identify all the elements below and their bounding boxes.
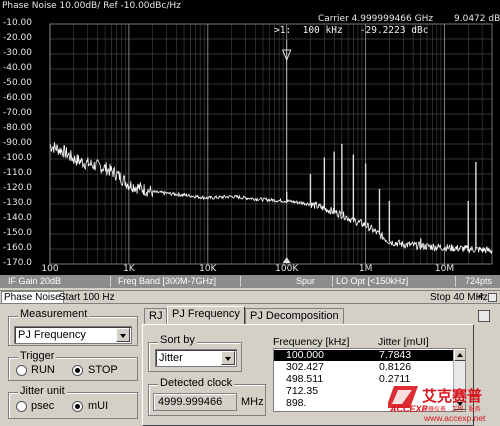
trigger-run-radio[interactable] xyxy=(16,365,27,376)
phase-noise-plot[interactable] xyxy=(0,0,500,286)
row-jitter: 0.8126 xyxy=(379,361,412,373)
status-bar: IF Gain 20dB Freq Band [300M-7GHz] Spur … xyxy=(0,275,500,288)
detected-clock-label: Detected clock xyxy=(158,377,235,389)
x-tick-label: 10K xyxy=(199,264,217,274)
window-control-button[interactable] xyxy=(488,293,497,302)
trigger-stop-radio[interactable] xyxy=(72,365,83,376)
y-tick-label: -40.00 xyxy=(3,63,33,73)
sort-by-label: Sort by xyxy=(158,334,197,346)
watermark-url: www.accexp.net xyxy=(424,413,486,423)
trigger-stop-label: STOP xyxy=(88,364,118,376)
stop-suffix: # xyxy=(478,292,484,303)
unit-psec-label: psec xyxy=(31,400,55,412)
unit-mui-label: mUI xyxy=(88,400,109,412)
spur-status: Spur xyxy=(296,276,316,286)
x-tick-label: 1K xyxy=(123,264,135,274)
carrier-level: 9.0472 dBm xyxy=(454,14,500,24)
sort-by-value: Jitter xyxy=(159,352,183,364)
table-row[interactable]: 302.427 0.8126 xyxy=(274,362,454,373)
y-tick-label: -140.0 xyxy=(3,213,33,223)
y-tick-label: -70.00 xyxy=(3,108,33,118)
y-tick-label: -60.00 xyxy=(3,93,33,103)
if-gain-status: IF Gain 20dB xyxy=(8,276,62,286)
x-tick-label: 1M xyxy=(358,264,373,274)
brand-watermark: ACCEXP 艾克赛普 仪器仪表 · 工程 · 服务 www.accexp.ne… xyxy=(386,384,500,426)
marker-readout: >1: 100 kHz -29.2223 dBc xyxy=(274,25,429,36)
phase-noise-graph[interactable]: Phase Noise 10.00dB/ Ref -10.00dBc/Hz Ca… xyxy=(0,0,500,286)
y-tick-label: -100.0 xyxy=(3,153,33,163)
row-frequency: 498.511 xyxy=(286,373,324,385)
points-status: 724pts xyxy=(465,276,493,286)
y-tick-label: -50.00 xyxy=(3,78,33,88)
column-header-jitter: Jitter [mUI] xyxy=(378,336,429,348)
x-tick-label: 10M xyxy=(434,264,455,274)
divider xyxy=(332,276,333,287)
table-row[interactable]: 100.000 7.7843 xyxy=(274,350,454,361)
freq-band-status: Freq Band [300M-7GHz] xyxy=(118,276,217,286)
chevron-down-icon[interactable] xyxy=(116,328,130,342)
row-frequency: 898. xyxy=(286,397,307,409)
detected-clock-value: 4999.999466 xyxy=(153,393,237,411)
measurement-label: Measurement xyxy=(18,308,90,320)
x-tick-label: 100 xyxy=(41,264,59,274)
y-tick-label: -110.0 xyxy=(3,168,33,178)
detected-clock-unit: MHz xyxy=(241,396,264,408)
y-tick-label: -80.00 xyxy=(3,123,33,133)
unit-mui-radio[interactable] xyxy=(72,401,83,412)
y-tick-label: -10.00 xyxy=(3,18,33,28)
trigger-run-label: RUN xyxy=(31,364,55,376)
y-tick-label: -160.0 xyxy=(3,243,33,253)
carrier-frequency: Carrier 4.999999466 GHz xyxy=(318,14,434,24)
marker-position-icon xyxy=(282,257,291,263)
chevron-down-icon[interactable] xyxy=(221,351,235,365)
panel-window-button[interactable] xyxy=(478,310,490,322)
watermark-tagline: 仪器仪表 · 工程 · 服务 xyxy=(422,407,481,413)
watermark-brand: 艾克赛普 xyxy=(422,388,483,405)
sweep-info-bar: Phase Noise Start 100 Hz Stop 40 MHz # xyxy=(0,290,500,304)
divider xyxy=(240,276,241,287)
y-tick-label: -90.00 xyxy=(3,138,33,148)
measurement-value: PJ Frequency xyxy=(18,329,86,341)
tab-rj[interactable]: RJ xyxy=(144,308,168,324)
row-frequency: 100.000 xyxy=(286,349,324,361)
trace-title: Phase Noise 10.00dB/ Ref -10.00dBc/Hz xyxy=(2,1,181,11)
row-frequency: 302.427 xyxy=(286,361,324,373)
trigger-label: Trigger xyxy=(18,350,57,362)
y-tick-label: -120.0 xyxy=(3,183,33,193)
sort-by-select[interactable]: Jitter xyxy=(155,349,237,367)
tab-pj-decomposition[interactable]: PJ Decomposition xyxy=(245,308,344,324)
y-tick-label: -30.00 xyxy=(3,48,33,58)
trace-tab-phase-noise[interactable]: Phase Noise xyxy=(1,291,64,304)
measurement-select[interactable]: PJ Frequency xyxy=(14,326,132,344)
jitter-unit-label: Jitter unit xyxy=(18,385,67,397)
y-tick-label: -150.0 xyxy=(3,228,33,238)
divider xyxy=(110,276,111,287)
column-header-frequency: Frequency [kHz] xyxy=(273,336,350,348)
x-tick-label: 100K xyxy=(275,264,299,274)
unit-psec-radio[interactable] xyxy=(16,401,27,412)
lo-opt-status: LO Opt [<150kHz] xyxy=(336,276,409,286)
scroll-up-icon[interactable] xyxy=(454,349,465,361)
row-jitter: 7.7843 xyxy=(379,349,412,361)
tab-pj-frequency[interactable]: PJ Frequency xyxy=(167,306,245,324)
y-tick-label: -20.00 xyxy=(3,33,33,43)
y-tick-label: -130.0 xyxy=(3,198,33,208)
row-frequency: 712.35 xyxy=(286,385,319,397)
start-frequency: Start 100 Hz xyxy=(59,292,115,303)
divider xyxy=(455,276,456,287)
